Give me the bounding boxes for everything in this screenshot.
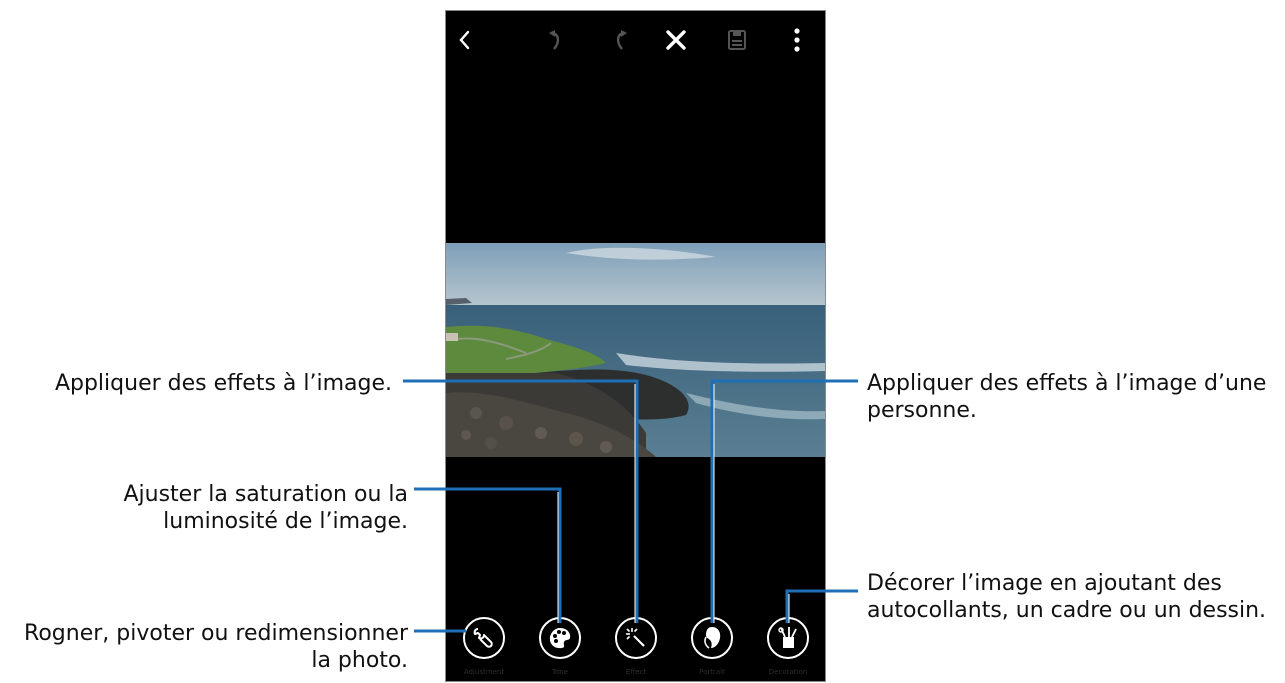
coastal-landscape-image [446, 243, 825, 457]
photo-editor-screen: Adjustment Tone Effect Portrait Decorati… [445, 10, 826, 682]
save-button[interactable] [720, 23, 754, 57]
back-button[interactable] [448, 23, 482, 57]
redo-icon [616, 30, 627, 50]
callout-portrait-line2: personne. [867, 398, 977, 423]
brush-cup-icon [778, 627, 797, 648]
callout-adjust: Ajuster la saturation ou la luminosité d… [40, 481, 408, 535]
adjustment-tool-label: Adjustment [463, 668, 505, 676]
top-action-bar [446, 11, 825, 69]
portrait-tool-button[interactable] [691, 617, 733, 659]
decoration-tool-label: Decoration [768, 668, 808, 676]
adjustment-tool-button[interactable] [463, 617, 505, 659]
portrait-tool-label: Portrait [699, 668, 725, 676]
tone-tool-button[interactable] [539, 617, 581, 659]
tone-tool-label: Tone [551, 668, 569, 676]
more-options-button[interactable] [780, 23, 814, 57]
effect-tool-label: Effect [625, 668, 647, 676]
redo-button[interactable] [604, 23, 638, 57]
callout-transform-line2: la photo. [311, 648, 408, 673]
callout-portrait-line1: Appliquer des effets à l’image d’une [867, 371, 1267, 396]
wrench-icon [473, 628, 493, 648]
callout-adjust-line2: luminosité de l’image. [163, 509, 408, 534]
effect-tool-button[interactable] [615, 617, 657, 659]
undo-button[interactable] [538, 23, 572, 57]
back-icon [459, 30, 470, 50]
callout-portrait: Appliquer des effets à l’image d’une per… [867, 370, 1266, 424]
portrait-icon [704, 627, 721, 649]
callout-effects: Appliquer des effets à l’image. [54, 371, 392, 396]
close-button[interactable] [659, 23, 693, 57]
save-icon [728, 30, 746, 50]
undo-icon [549, 30, 560, 50]
decoration-tool-button[interactable] [767, 617, 809, 659]
magic-wand-icon [626, 628, 645, 647]
callout-transform-line1: Rogner, pivoter ou redimensionner [24, 621, 408, 646]
edited-photo[interactable] [446, 243, 825, 457]
callout-decorate-line1: Décorer l’image en ajoutant des [867, 571, 1222, 596]
callout-decorate: Décorer l’image en ajoutant des autocoll… [867, 570, 1266, 624]
editing-tools-bar: Adjustment Tone Effect Portrait Decorati… [446, 615, 825, 683]
callout-adjust-line1: Ajuster la saturation ou la [123, 482, 408, 507]
callout-decorate-line2: autocollants, un cadre ou un dessin. [867, 598, 1267, 623]
callout-transform: Rogner, pivoter ou redimensionner la pho… [0, 620, 408, 674]
more-icon [794, 28, 800, 52]
close-icon [666, 30, 686, 50]
palette-icon [549, 628, 571, 649]
